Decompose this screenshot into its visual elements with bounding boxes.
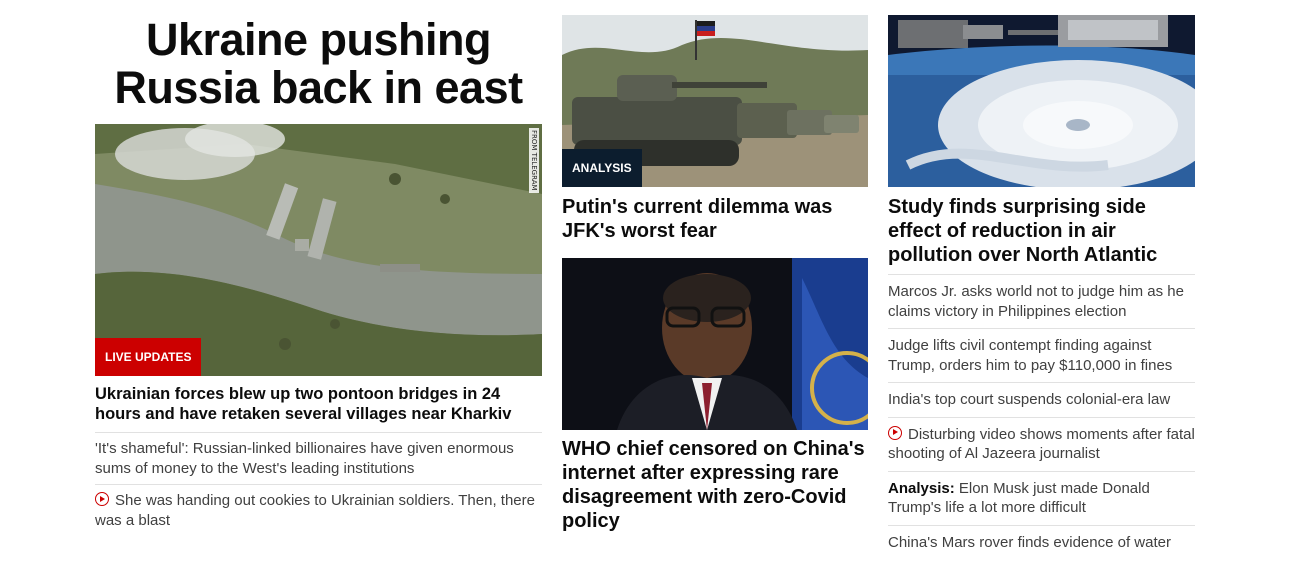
pollution-story-image[interactable] <box>888 15 1195 187</box>
headline-list: Marcos Jr. asks world not to judge him a… <box>888 274 1195 559</box>
live-updates-badge[interactable]: LIVE UPDATES <box>95 338 202 376</box>
list-item[interactable]: India's top court suspends colonial-era … <box>888 382 1195 417</box>
list-item[interactable]: Marcos Jr. asks world not to judge him a… <box>888 274 1195 328</box>
lead-title-line-1[interactable]: Ukraine pushing <box>95 16 542 64</box>
list-item[interactable]: China's Mars rover finds evidence of wat… <box>888 524 1195 560</box>
lead-title-line-2[interactable]: Russia back in east <box>95 64 542 112</box>
image-credit: FROM TELEGRAM <box>529 128 539 193</box>
who-chief-photo <box>562 258 868 430</box>
lead-story-column: Ukraine pushing Russia back in east FROM… <box>95 0 542 536</box>
putin-story-headline[interactable]: Putin's current dilemma was JFK's worst … <box>562 195 868 243</box>
related-link-text[interactable]: 'It's shameful': Russian-linked billiona… <box>95 440 514 477</box>
lead-story-headline[interactable]: Ukrainian forces blew up two pontoon bri… <box>95 384 542 424</box>
analysis-prefix: Analysis: <box>888 479 955 497</box>
lead-story-image[interactable]: FROM TELEGRAM LIVE UPDATES <box>95 124 542 376</box>
putin-story-image[interactable]: ANALYSIS <box>562 15 868 187</box>
who-story-headline[interactable]: WHO chief censored on China's internet a… <box>562 437 868 533</box>
list-item-text[interactable]: India's top court suspends colonial-era … <box>888 391 1170 408</box>
related-link-video[interactable]: She was handing out cookies to Ukrainian… <box>95 484 542 536</box>
related-link-text[interactable]: She was handing out cookies to Ukrainian… <box>95 492 535 529</box>
list-item-text[interactable]: Disturbing video shows moments after fat… <box>888 426 1195 463</box>
list-item[interactable]: Analysis: Elon Musk just made Donald Tru… <box>888 470 1195 525</box>
related-link[interactable]: 'It's shameful': Russian-linked billiona… <box>95 432 542 484</box>
hurricane-from-space-photo <box>888 15 1195 187</box>
news-page: Ukraine pushing Russia back in east FROM… <box>0 0 1290 574</box>
play-circle-icon <box>888 425 902 440</box>
list-item-video[interactable]: Disturbing video shows moments after fat… <box>888 416 1195 471</box>
lead-related-links: 'It's shameful': Russian-linked billiona… <box>95 432 542 536</box>
list-item[interactable]: Judge lifts civil contempt finding again… <box>888 328 1195 382</box>
lead-story-title[interactable]: Ukraine pushing Russia back in east <box>95 16 542 124</box>
play-circle-icon <box>95 492 109 506</box>
pollution-story-headline[interactable]: Study finds surprising side effect of re… <box>888 195 1195 267</box>
right-column: Study finds surprising side effect of re… <box>888 0 1195 559</box>
who-story-image[interactable] <box>562 258 868 430</box>
middle-column: ANALYSIS Putin's current dilemma was JFK… <box>562 0 868 533</box>
list-item-text[interactable]: Judge lifts civil contempt finding again… <box>888 337 1172 374</box>
list-item-text[interactable]: Marcos Jr. asks world not to judge him a… <box>888 283 1184 320</box>
list-item-text[interactable]: China's Mars rover finds evidence of wat… <box>888 534 1171 551</box>
analysis-badge[interactable]: ANALYSIS <box>562 149 642 187</box>
